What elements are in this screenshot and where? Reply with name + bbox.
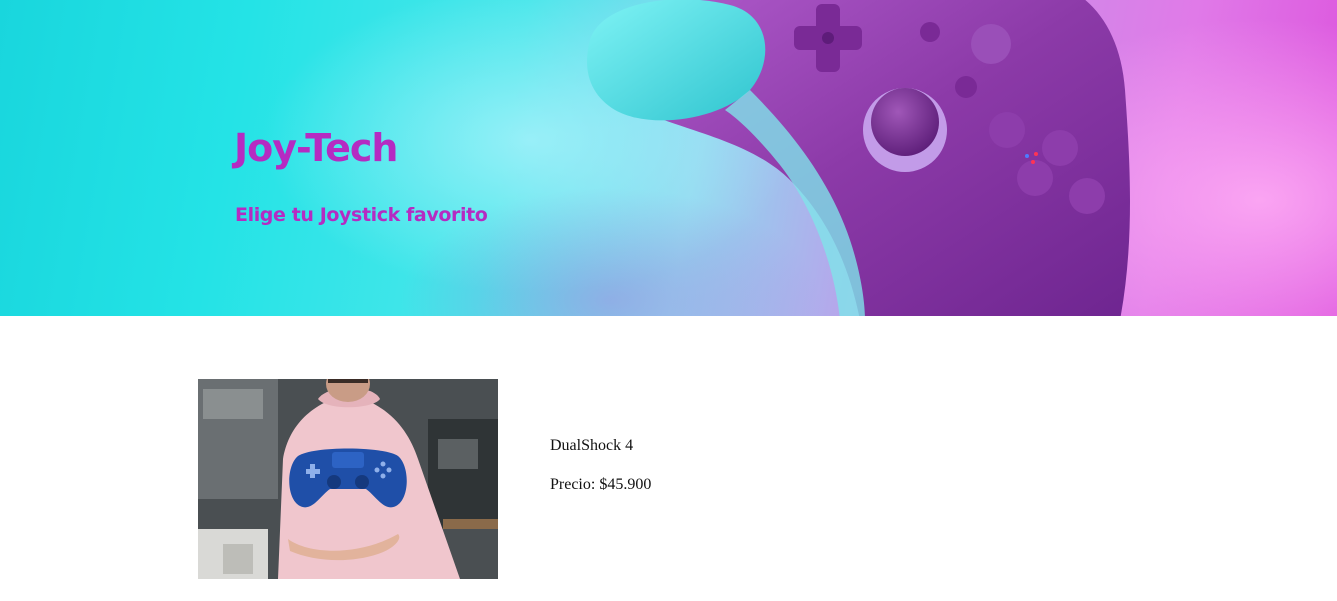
hero-banner: Joy-Tech Elige tu Joystick favorito [0,0,1337,316]
product-name: DualShock 4 [550,437,634,454]
hero-subtitle: Elige tu Joystick favorito [235,204,488,226]
hero-title: Joy-Tech [234,126,398,170]
dualshock-photo-illustration [198,379,498,579]
product-price: Precio: $45.900 [550,476,652,493]
product-image[interactable] [198,379,498,579]
controller-hero-image [587,0,1130,316]
